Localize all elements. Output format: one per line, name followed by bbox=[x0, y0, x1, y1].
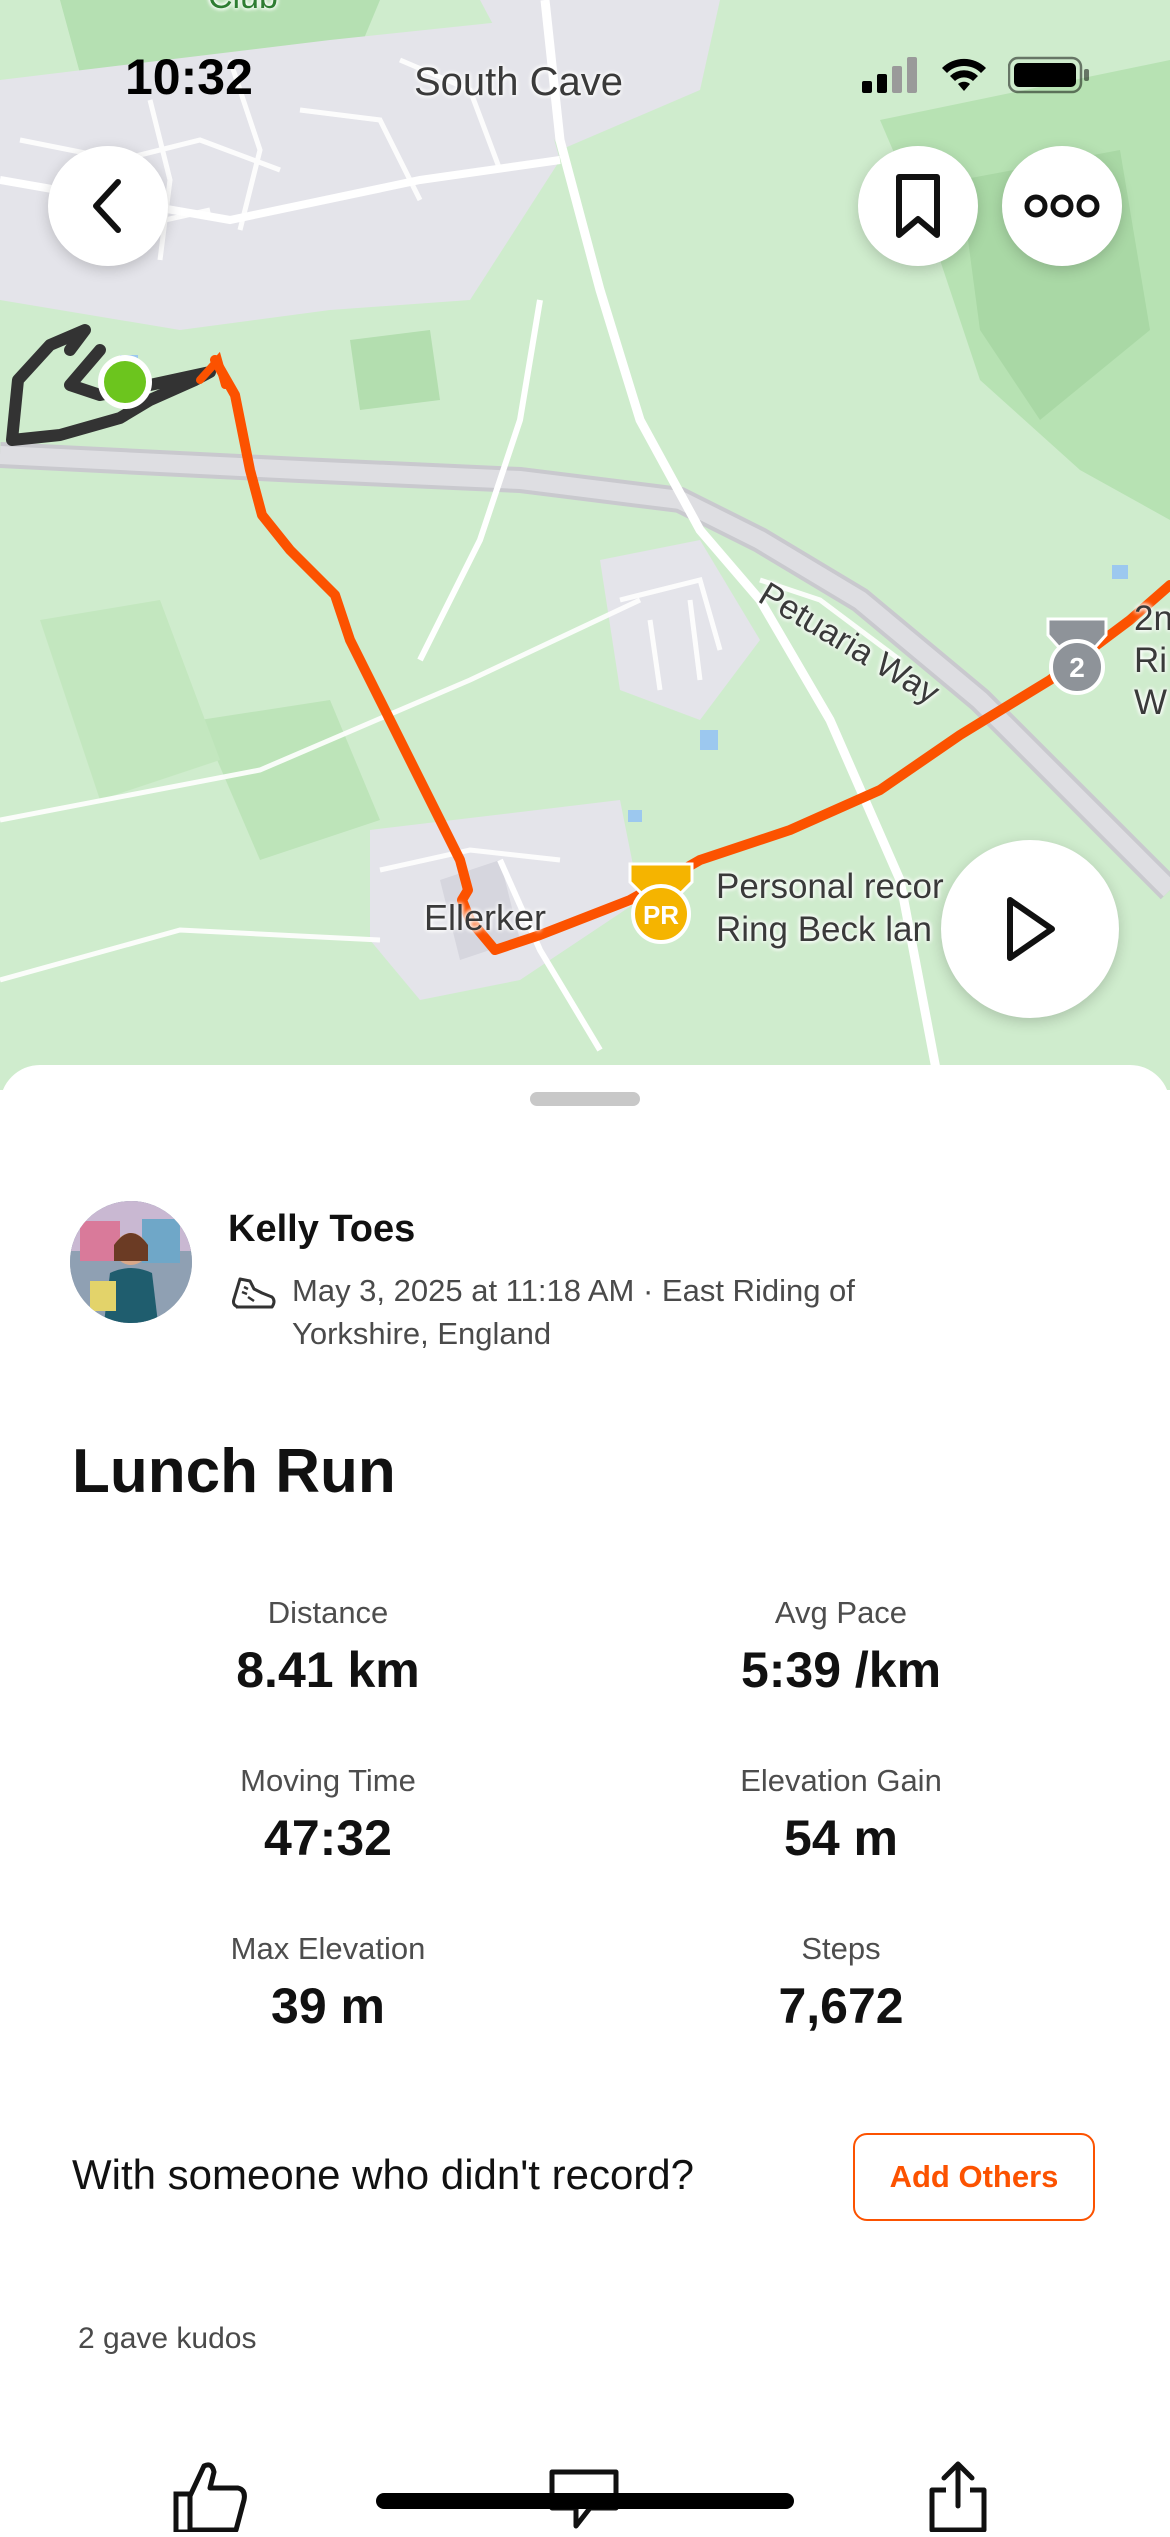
athlete-avatar[interactable] bbox=[70, 1201, 192, 1323]
status-time: 10:32 bbox=[125, 49, 253, 105]
stat-label: Moving Time bbox=[240, 1763, 416, 1798]
running-shoe-icon bbox=[232, 1277, 276, 1309]
segment-label-line2: Ri bbox=[1134, 641, 1168, 680]
chevron-left-icon bbox=[93, 179, 121, 233]
play-icon bbox=[1007, 897, 1055, 961]
stat-label: Distance bbox=[267, 1595, 389, 1630]
battery-icon bbox=[1008, 56, 1089, 94]
stat-value: 39 m bbox=[271, 1978, 385, 2034]
stat-value: 47:32 bbox=[264, 1810, 392, 1866]
stat-label: Avg Pace bbox=[774, 1595, 908, 1630]
silver-medal-icon[interactable]: 2 bbox=[1042, 615, 1112, 697]
stat-max-elevation: Max Elevation 39 m bbox=[88, 1931, 568, 2035]
pr-badge-text: PR bbox=[643, 900, 679, 930]
add-others-button[interactable]: Add Others bbox=[853, 2133, 1095, 2221]
stat-label: Max Elevation bbox=[230, 1931, 426, 1966]
activity-title: Lunch Run bbox=[72, 1437, 396, 1506]
activity-date-location: May 3, 2025 at 11:18 AM · East Riding of… bbox=[292, 1273, 855, 1351]
status-icons bbox=[862, 56, 1090, 94]
stat-value: 8.41 km bbox=[236, 1642, 420, 1698]
stat-value: 5:39 /km bbox=[740, 1642, 942, 1698]
segment-label-personal-record[interactable]: Personal recor Ring Beck lan bbox=[716, 865, 944, 951]
stat-steps: Steps 7,672 bbox=[601, 1931, 1081, 2035]
segment-label-line3: W bbox=[1134, 683, 1168, 722]
segment-label-line2: Ring Beck lan bbox=[716, 910, 932, 949]
map-label-south-cave: South Cave bbox=[414, 60, 624, 104]
athlete-name[interactable]: Kelly Toes bbox=[228, 1208, 415, 1251]
share-icon bbox=[929, 2461, 987, 2533]
stat-label: Steps bbox=[801, 1931, 881, 1966]
flyover-play-button[interactable] bbox=[941, 840, 1119, 1018]
stat-distance: Distance 8.41 km bbox=[88, 1595, 568, 1699]
kudos-count[interactable]: 2 gave kudos bbox=[78, 2322, 256, 2356]
stat-moving-time: Moving Time 47:32 bbox=[88, 1763, 568, 1867]
pr-medal-icon[interactable]: PR bbox=[624, 860, 698, 946]
segment-label-line1: Personal recor bbox=[716, 867, 944, 906]
save-route-button[interactable] bbox=[858, 146, 978, 266]
activity-detail-sheet: Kelly Toes May 3, 2025 at 11:18 AM · Eas… bbox=[0, 1065, 1170, 2535]
stat-value: 54 m bbox=[784, 1810, 898, 1866]
with-others-prompt: With someone who didn't record? bbox=[72, 2151, 695, 2198]
kudos-button[interactable] bbox=[172, 2460, 248, 2537]
wifi-icon bbox=[942, 58, 986, 91]
bookmark-icon bbox=[896, 174, 940, 238]
segment-label-line1: 2n bbox=[1134, 599, 1170, 638]
map-label-ellerker: Ellerker bbox=[424, 897, 547, 938]
stat-value: 7,672 bbox=[778, 1978, 904, 2034]
segment-label-second[interactable]: 2n Ri W bbox=[1134, 598, 1170, 724]
back-button[interactable] bbox=[48, 146, 168, 266]
thumbs-up-icon bbox=[173, 2462, 247, 2535]
stat-label: Elevation Gain bbox=[740, 1763, 942, 1798]
sheet-grabber[interactable] bbox=[530, 1092, 640, 1106]
stat-elevation-gain: Elevation Gain 54 m bbox=[601, 1763, 1081, 1867]
more-options-button[interactable] bbox=[1002, 146, 1122, 266]
route-map[interactable]: Club South Cave Petuaria Way Ellerker Pe… bbox=[0, 0, 1170, 1090]
activity-meta: May 3, 2025 at 11:18 AM · East Riding of… bbox=[228, 1269, 932, 1355]
stat-avg-pace: Avg Pace 5:39 /km bbox=[601, 1595, 1081, 1699]
share-button[interactable] bbox=[928, 2460, 988, 2537]
medal-rank-text: 2 bbox=[1069, 652, 1085, 683]
home-indicator[interactable] bbox=[376, 2493, 794, 2509]
more-dots-icon bbox=[1024, 194, 1100, 218]
map-label-club: Club bbox=[208, 0, 278, 17]
signal-icon bbox=[862, 57, 917, 93]
